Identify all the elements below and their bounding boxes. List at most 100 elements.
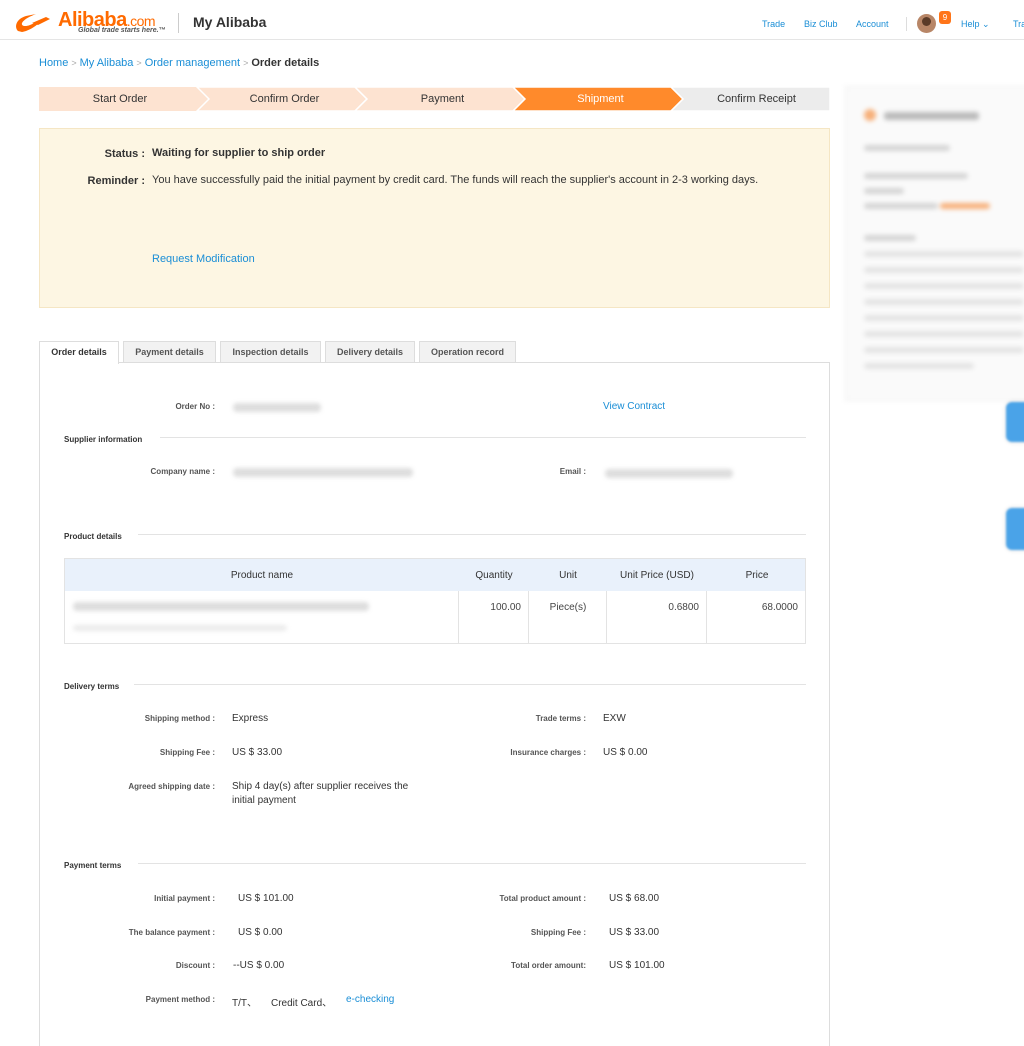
product-section-title: Product details [64, 532, 122, 541]
floating-help-button[interactable] [1006, 508, 1024, 550]
sidebar-blur-line [884, 112, 979, 120]
chevron-down-icon: ⌄ [982, 19, 990, 29]
step-shipment: Shipment [577, 93, 624, 105]
avatar[interactable] [917, 14, 936, 33]
header-divider [178, 13, 179, 33]
breadcrumb-home[interactable]: Home [39, 57, 68, 69]
col-unit-price: Unit Price (USD) [620, 570, 694, 581]
product-spec-redacted [73, 625, 287, 631]
payment-section-divider [138, 863, 806, 864]
request-modification-link[interactable]: Request Modification [152, 253, 255, 265]
alibaba-logo[interactable]: Alibaba.com Global trade starts here.™ [12, 9, 166, 37]
initial-payment-label: Initial payment : [154, 894, 215, 903]
table-divider [606, 591, 607, 643]
view-contract-link[interactable]: View Contract [603, 401, 665, 412]
reminder-text: You have successfully paid the initial p… [152, 174, 759, 186]
step-payment: Payment [420, 93, 465, 105]
supplier-section-title: Supplier information [64, 435, 143, 444]
sidebar-blur-line [864, 188, 904, 194]
table-divider [458, 591, 459, 643]
col-product-name: Product name [230, 570, 294, 581]
sidebar-blur-line [864, 363, 974, 369]
row-quantity: 100.00 [490, 602, 521, 613]
initial-payment-value: US $ 101.00 [238, 893, 294, 904]
sidebar-blur-line [864, 235, 916, 241]
nav-trade[interactable]: Trade [762, 19, 785, 29]
trade-terms-value: EXW [603, 713, 626, 724]
sidebar-blur-line [864, 315, 1024, 321]
sidebar-blur-line [864, 267, 1024, 273]
row-price: 68.0000 [761, 602, 798, 613]
top-header: Alibaba.com Global trade starts here.™ M… [0, 0, 1024, 40]
nav-account[interactable]: Account [856, 19, 889, 29]
total-product-amount-label: Total product amount : [499, 894, 586, 903]
alibaba-logo-mark-icon [16, 14, 50, 32]
sidebar-blur-line [864, 203, 938, 209]
page-app-title: My Alibaba [193, 14, 267, 30]
step-confirm-order: Confirm Order [249, 93, 320, 105]
floating-chat-button[interactable] [1006, 402, 1024, 442]
col-unit: Unit [559, 570, 577, 581]
product-table: Product name Quantity Unit Unit Price (U… [64, 558, 806, 644]
col-price: Price [745, 570, 769, 581]
delivery-section-title: Delivery terms [64, 682, 120, 691]
email-label: Email : [559, 467, 586, 476]
logo-tagline: Global trade starts here.™ [78, 27, 166, 34]
sidebar-blur-line [864, 347, 1024, 353]
agreed-shipping-date-value: Ship 4 day(s) after supplier receives th… [232, 781, 409, 792]
breadcrumb-order-management[interactable]: Order management [145, 57, 240, 69]
payment-method-echecking-link[interactable]: e-checking [346, 994, 394, 1005]
payment-shipping-fee-label: Shipping Fee : [530, 928, 586, 937]
total-order-amount-label: Total order amount: [511, 961, 586, 970]
product-section-divider [138, 534, 806, 535]
shipping-method-value: Express [232, 713, 269, 724]
discount-value: --US $ 0.00 [233, 960, 285, 971]
tab-delivery-details[interactable]: Delivery details [325, 341, 415, 363]
nav-biz-club[interactable]: Biz Club [804, 19, 838, 29]
status-value: Waiting for supplier to ship order [152, 147, 326, 159]
header-divider-2 [906, 17, 907, 31]
company-name-label: Company name : [150, 467, 215, 476]
agreed-shipping-date-value-2: initial payment [232, 795, 296, 806]
payment-section-title: Payment terms [64, 861, 122, 870]
shipping-method-label: Shipping method : [144, 714, 215, 723]
agreed-shipping-date-label: Agreed shipping date : [128, 782, 215, 791]
breadcrumb-separator-icon: > [71, 58, 77, 68]
breadcrumb-current: Order details [251, 57, 320, 69]
payment-method-credit-card: Credit Card、 [271, 998, 333, 1009]
payment-method-tt: T/T、 [232, 998, 257, 1009]
notification-badge[interactable]: 9 [939, 11, 951, 24]
supplier-section-divider [160, 437, 806, 438]
tab-operation-record[interactable]: Operation record [419, 341, 516, 363]
tab-payment-details[interactable]: Payment details [123, 341, 216, 363]
sidebar-blur-line [864, 283, 1024, 289]
payment-method-label: Payment method : [145, 995, 215, 1004]
sidebar-blur-line [864, 173, 968, 179]
shipping-fee-value: US $ 33.00 [232, 747, 283, 758]
sidebar-blur-line [864, 251, 1024, 257]
nav-help-label: Help [961, 19, 980, 29]
tab-order-details[interactable]: Order details [39, 341, 119, 364]
delivery-section-divider [134, 684, 806, 685]
reminder-value: You have successfully paid the initial p… [152, 171, 772, 190]
total-order-amount-value: US $ 101.00 [609, 960, 665, 971]
insurance-label: Insurance charges : [510, 748, 586, 757]
sidebar-blur-line [940, 203, 990, 209]
sidebar-blur-line [864, 145, 950, 151]
tab-inspection-details[interactable]: Inspection details [220, 341, 321, 363]
breadcrumb-my-alibaba[interactable]: My Alibaba [80, 57, 134, 69]
trade-terms-label: Trade terms : [535, 714, 586, 723]
total-product-amount-value: US $ 68.00 [609, 893, 660, 904]
nav-trade-services[interactable]: Tra [1013, 19, 1024, 29]
table-divider [528, 591, 529, 643]
breadcrumb: Home > My Alibaba > Order management > Order d… [39, 57, 319, 69]
shipping-fee-label: Shipping Fee : [159, 748, 215, 757]
balance-payment-label: The balance payment : [128, 928, 215, 937]
balance-payment-value: US $ 0.00 [238, 927, 283, 938]
nav-help[interactable]: Help ⌄ [961, 19, 990, 30]
breadcrumb-separator-icon: > [243, 58, 249, 68]
row-unit: Piece(s) [549, 602, 587, 613]
order-details-panel: Order No : View Contract Supplier inform… [39, 362, 830, 1046]
order-no-value-redacted [233, 403, 321, 412]
table-divider [706, 591, 707, 643]
